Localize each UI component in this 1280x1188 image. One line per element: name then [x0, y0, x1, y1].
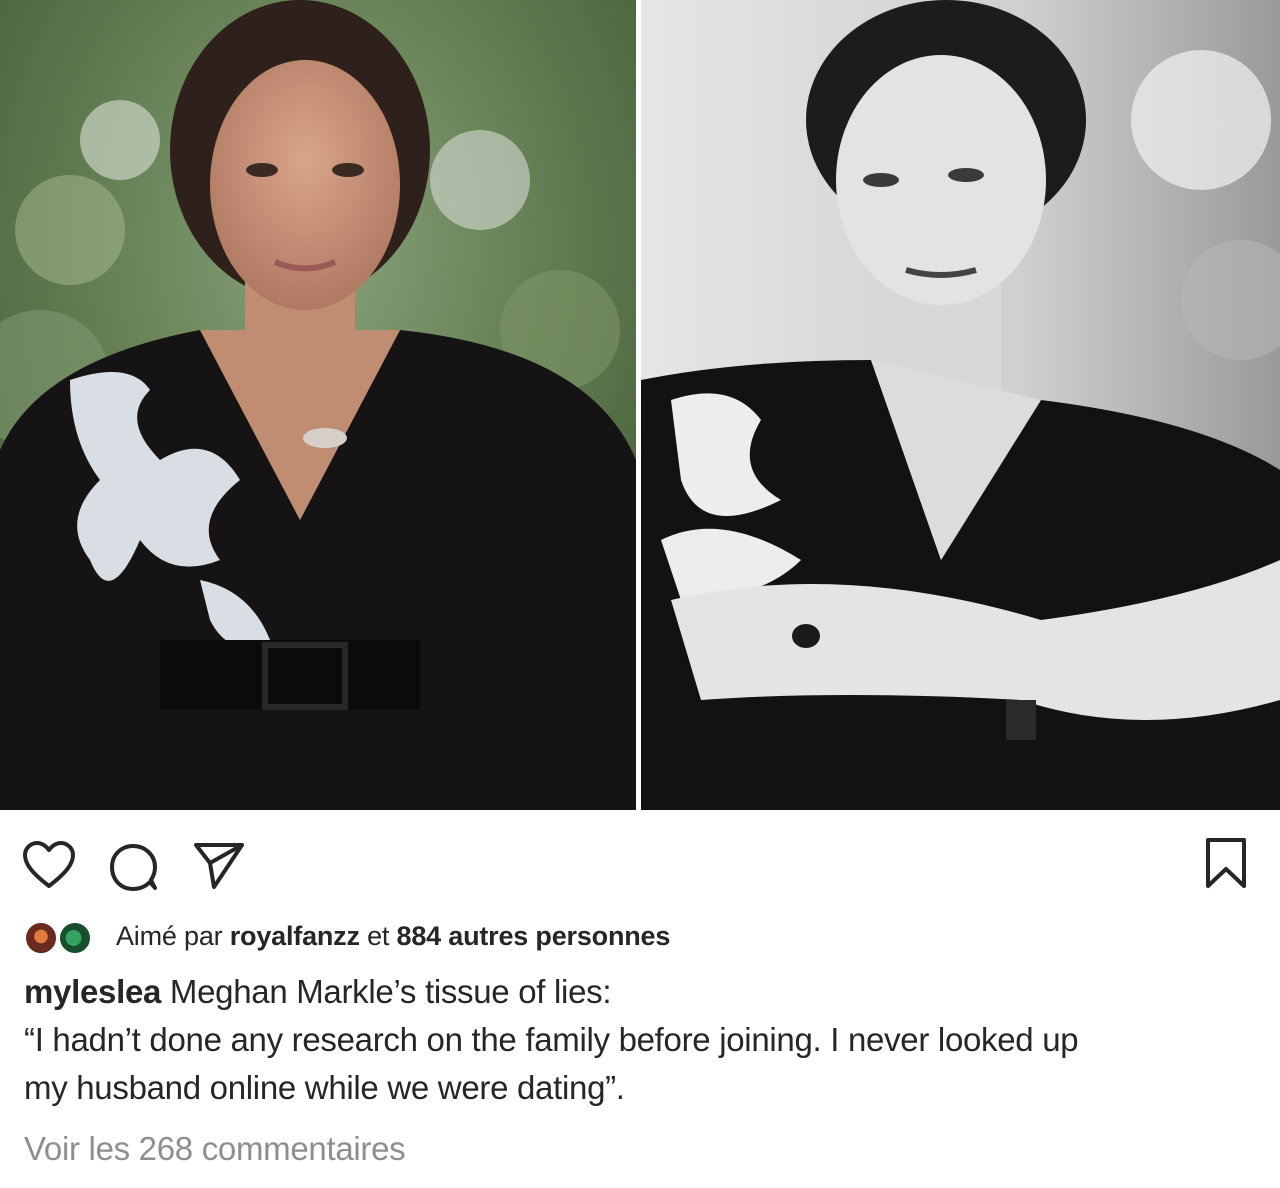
avatar [24, 921, 58, 955]
caption-line-3: my husband online while we were dating”. [24, 1069, 625, 1106]
post-actions-bar [0, 826, 1280, 896]
post-media[interactable] [0, 0, 1280, 810]
caption-username[interactable]: myleslea [24, 973, 161, 1010]
avatar [58, 921, 92, 955]
likes-summary[interactable]: Aimé par royalfanzz et 884 autres person… [24, 915, 670, 957]
likes-others-count[interactable]: 884 autres personnes [397, 921, 671, 951]
likes-middle: et [359, 920, 397, 951]
caption-line-2: “I hadn’t done any research on the famil… [24, 1021, 1079, 1058]
likes-text: Aimé par royalfanzz et 884 autres person… [116, 921, 670, 952]
caption-text-first: Meghan Markle’s tissue of lies: [161, 973, 612, 1010]
caption-line-1: myleslea Meghan Markle’s tissue of lies: [24, 968, 1260, 1016]
view-comments-link[interactable]: Voir les 268 commentaires [24, 1130, 406, 1168]
paper-plane-icon[interactable] [192, 839, 246, 891]
right-photo [641, 0, 1280, 810]
liked-by-username[interactable]: royalfanzz [230, 921, 360, 951]
heart-outline-icon[interactable] [22, 840, 76, 890]
bookmark-icon[interactable] [1202, 836, 1250, 890]
left-photo [0, 0, 636, 810]
post-caption: myleslea Meghan Markle’s tissue of lies:… [24, 968, 1260, 1112]
likes-prefix: Aimé par [116, 920, 230, 951]
liker-avatars [24, 919, 100, 955]
comment-bubble-icon[interactable] [108, 842, 160, 894]
